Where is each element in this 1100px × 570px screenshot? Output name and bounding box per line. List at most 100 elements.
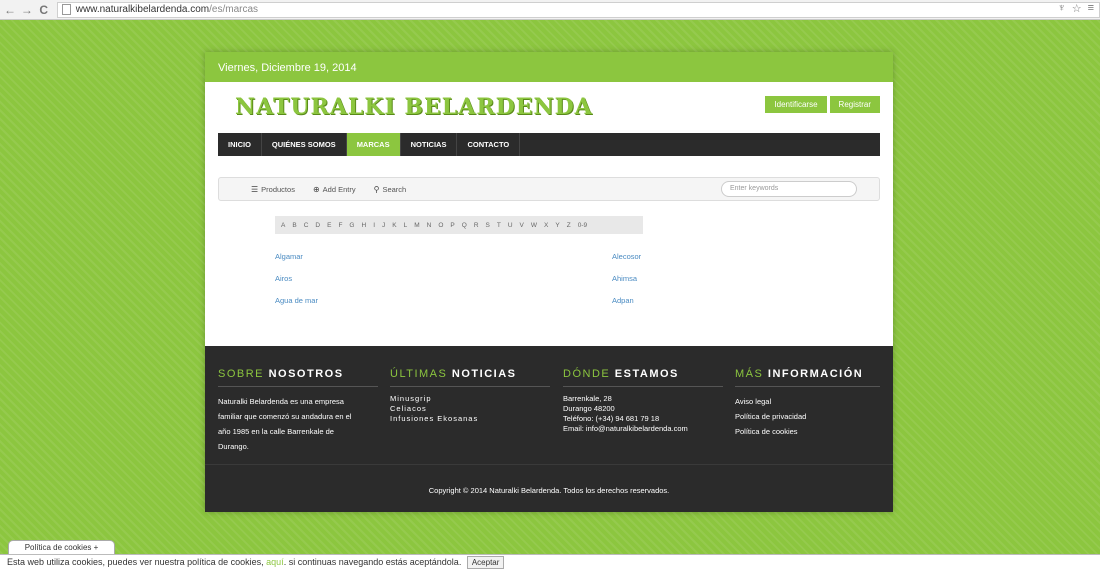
brand-list-right: Alecosor Ahimsa Adpan: [612, 252, 641, 305]
alphabet-letter[interactable]: X: [544, 222, 548, 229]
email-line[interactable]: Email: info@naturalkibelardenda.com: [563, 424, 723, 434]
info-link-privacidad[interactable]: Política de privacidad: [735, 409, 880, 424]
browser-menu-icon[interactable]: ≡: [1088, 2, 1094, 15]
reload-icon[interactable]: C: [37, 2, 51, 18]
footer-about-line: familiar que comenzó su andadura en el: [218, 412, 352, 421]
current-date: Viernes, Diciembre 19, 2014: [218, 62, 357, 74]
browser-toolbar: ← → C www.naturalkibelardenda.com/es/mar…: [0, 0, 1100, 20]
nav-item-quienes-somos[interactable]: QUIÉNES SOMOS: [262, 133, 347, 156]
alphabet-filter: A B C D E F G H I J K L M N O P Q R S T U V W X Y Z 0-9: [275, 216, 643, 234]
cookie-banner: Esta web utiliza cookies, puedes ver nue…: [0, 554, 1100, 570]
nav-item-contacto[interactable]: CONTACTO: [457, 133, 521, 156]
alphabet-letter[interactable]: J: [382, 222, 385, 229]
news-link[interactable]: Infusiones Ekosanas: [390, 414, 550, 424]
address-bar[interactable]: www.naturalkibelardenda.com/es/marcas: [56, 1, 1100, 18]
search-link[interactable]: ⚲ Search: [374, 185, 407, 194]
alphabet-letter[interactable]: V: [520, 222, 524, 229]
footer-location: DÓNDE ESTAMOS Barrenkale, 28 Durango 482…: [563, 368, 723, 434]
cookie-text-end: . si continuas navegando estás aceptándo…: [283, 557, 462, 567]
products-label: Productos: [261, 184, 295, 194]
site-footer: SOBRE NOSOTROS Naturalki Belardenda es u…: [205, 346, 893, 512]
footer-info-title: MÁS INFORMACIÓN: [735, 368, 880, 387]
brand-list-left: Algamar Airos Agua de mar: [275, 252, 318, 305]
alphabet-letter[interactable]: 0-9: [578, 222, 587, 229]
back-icon[interactable]: ←: [3, 2, 17, 18]
nav-item-noticias[interactable]: NOTICIAS: [401, 133, 458, 156]
brand-link[interactable]: Ahimsa: [612, 274, 641, 283]
alphabet-letter[interactable]: F: [338, 222, 342, 229]
brand-link[interactable]: Algamar: [275, 252, 318, 261]
alphabet-letter[interactable]: O: [438, 222, 443, 229]
footer-about-title: SOBRE NOSOTROS: [218, 368, 378, 387]
footer-news-title: ÚLTIMAS NOTICIAS: [390, 368, 550, 387]
nav-item-marcas[interactable]: MARCAS: [346, 133, 401, 156]
search-label: Search: [382, 184, 407, 194]
page-icon: [61, 4, 71, 15]
list-icon: ☰: [251, 184, 259, 194]
products-link[interactable]: ☰ Productos: [251, 185, 295, 194]
alphabet-letter[interactable]: C: [304, 222, 309, 229]
footer-about-line: año 1985 en la calle Barrenkale de: [218, 427, 334, 436]
alphabet-letter[interactable]: T: [497, 222, 501, 229]
alphabet-letter[interactable]: S: [486, 222, 490, 229]
info-link-aviso-legal[interactable]: Aviso legal: [735, 394, 880, 409]
copyright-text: Copyright © 2014 Naturalki Belardenda. T…: [428, 486, 670, 495]
address-line: Durango 48200: [563, 404, 615, 413]
add-entry-label: Add Entry: [322, 184, 356, 194]
alphabet-letter[interactable]: K: [392, 222, 396, 229]
cookie-policy-tab[interactable]: Política de cookies +: [8, 540, 115, 554]
alphabet-letter[interactable]: Z: [567, 222, 571, 229]
brand-link[interactable]: Adpan: [612, 296, 641, 305]
footer-about-line: Durango.: [218, 442, 249, 451]
login-button[interactable]: Identificarse: [765, 96, 827, 113]
alphabet-letter[interactable]: U: [508, 222, 513, 229]
alphabet-letter[interactable]: N: [427, 222, 432, 229]
alphabet-letter[interactable]: B: [292, 222, 296, 229]
footer-about-line: Naturalki Belardenda es una empresa: [218, 397, 344, 406]
main-nav: INICIO QUIÉNES SOMOS MARCAS NOTICIAS CON…: [218, 133, 880, 156]
alphabet-letter[interactable]: A: [281, 222, 285, 229]
brand-link[interactable]: Alecosor: [612, 252, 641, 261]
brand-link[interactable]: Agua de mar: [275, 296, 318, 305]
alphabet-letter[interactable]: W: [531, 222, 537, 229]
news-link[interactable]: Celiacos: [390, 404, 550, 414]
footer-news: ÚLTIMAS NOTICIAS Minusgrip Celiacos Infu…: [390, 368, 550, 424]
brand-link[interactable]: Airos: [275, 274, 318, 283]
plus-circle-icon: ⊕: [312, 184, 320, 194]
url-path: /es/marcas: [209, 4, 259, 15]
add-entry-link[interactable]: ⊕ Add Entry: [313, 185, 356, 194]
accept-cookies-button[interactable]: Aceptar: [466, 556, 505, 569]
date-bar: Viernes, Diciembre 19, 2014: [205, 52, 893, 82]
alphabet-letter[interactable]: Y: [555, 222, 559, 229]
footer-info: MÁS INFORMACIÓN Aviso legal Política de …: [735, 368, 880, 439]
forward-icon[interactable]: →: [20, 2, 34, 18]
address-line: Barrenkale, 28: [563, 394, 612, 403]
phone-line: Teléfono: (+34) 94 681 79 18: [563, 414, 660, 423]
alphabet-letter[interactable]: L: [404, 222, 408, 229]
alphabet-letter[interactable]: G: [349, 222, 354, 229]
nav-item-inicio[interactable]: INICIO: [218, 133, 262, 156]
footer-about: SOBRE NOSOTROS Naturalki Belardenda es u…: [218, 368, 378, 454]
url-domain: www.naturalkibelardenda.com: [75, 4, 210, 15]
alphabet-letter[interactable]: D: [315, 222, 320, 229]
extension-icon[interactable]: ♆: [1057, 2, 1065, 15]
catalog-toolbar: ☰ Productos ⊕ Add Entry ⚲ Search Enter keyw…: [218, 177, 880, 201]
alphabet-letter[interactable]: H: [361, 222, 366, 229]
info-link-cookies[interactable]: Política de cookies: [735, 424, 880, 439]
alphabet-letter[interactable]: M: [414, 222, 419, 229]
alphabet-letter[interactable]: P: [450, 222, 454, 229]
cookie-policy-link[interactable]: aquí: [266, 557, 284, 567]
keywords-input[interactable]: Enter keywords: [721, 181, 857, 197]
alphabet-letter[interactable]: E: [327, 222, 331, 229]
register-button[interactable]: Registrar: [829, 96, 880, 113]
search-icon: ⚲: [373, 184, 380, 194]
alphabet-letter[interactable]: I: [373, 222, 375, 229]
site-logo[interactable]: NATURALKI BELARDENDA: [235, 94, 593, 120]
bookmark-star-icon[interactable]: ☆: [1072, 2, 1082, 15]
alphabet-letter[interactable]: Q: [462, 222, 467, 229]
footer-location-title: DÓNDE ESTAMOS: [563, 368, 723, 387]
news-link[interactable]: Minusgrip: [390, 394, 550, 404]
alphabet-letter[interactable]: R: [474, 222, 479, 229]
cookie-text: Esta web utiliza cookies, puedes ver nue…: [7, 557, 267, 567]
footer-divider: [205, 464, 893, 465]
